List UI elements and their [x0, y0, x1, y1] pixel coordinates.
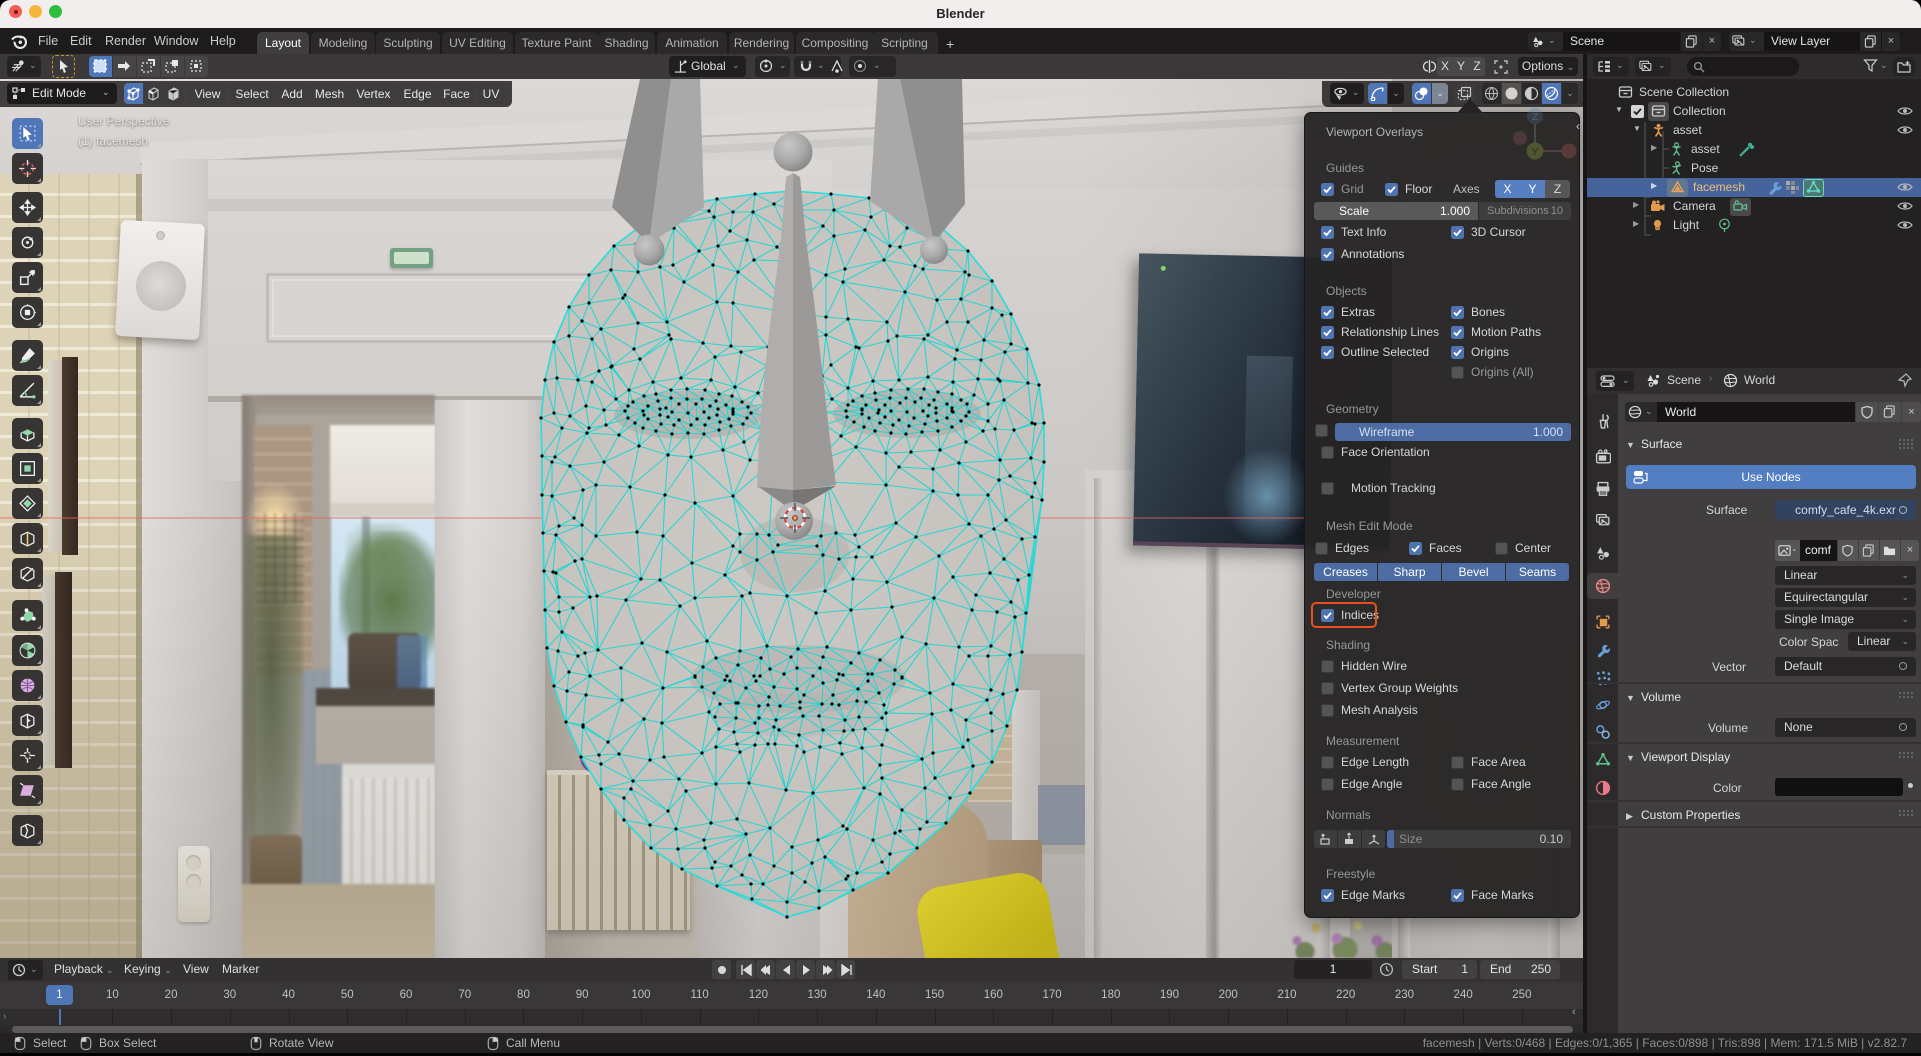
svg-text:Y: Y — [1532, 147, 1539, 158]
svg-text:Z: Z — [1532, 112, 1538, 123]
